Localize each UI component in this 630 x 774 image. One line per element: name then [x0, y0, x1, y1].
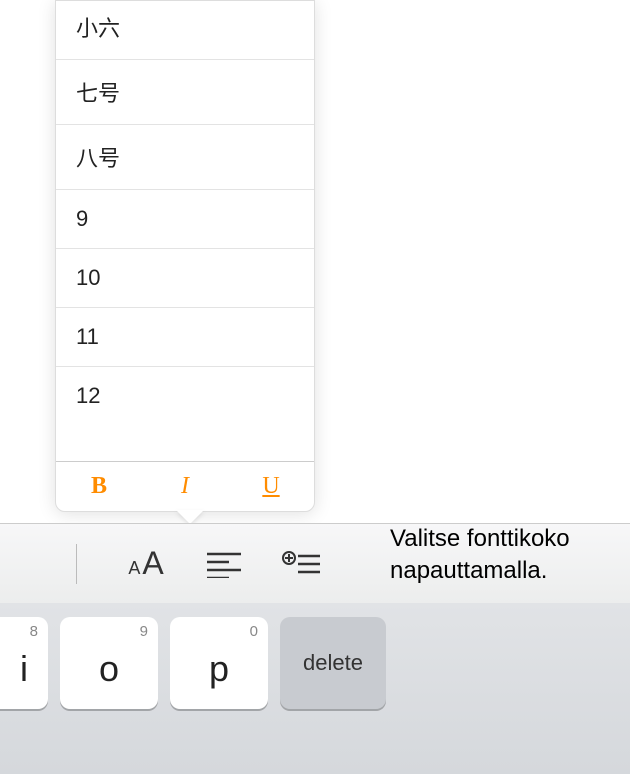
align-button[interactable] — [197, 539, 251, 589]
key-hint: 0 — [250, 623, 258, 640]
size-label: 八号 — [76, 146, 120, 171]
key-hint: 9 — [140, 623, 148, 640]
list-item[interactable]: 10 — [56, 249, 314, 308]
list-insert-icon — [282, 550, 322, 578]
list-item[interactable]: 小六 — [56, 1, 314, 60]
keyboard: 8 i 9 o 0 p delete — [0, 603, 630, 774]
key-main: i — [20, 648, 28, 690]
list-item[interactable]: 9 — [56, 190, 314, 249]
key-main: o — [99, 648, 119, 690]
font-size-button[interactable]: A A — [119, 539, 173, 589]
key-o[interactable]: 9 o — [60, 617, 158, 709]
size-label: 9 — [76, 206, 88, 231]
size-label: 12 — [76, 383, 100, 408]
font-size-list[interactable]: 小六 七号 八号 9 10 11 12 — [56, 1, 314, 461]
underline-button[interactable]: U — [228, 462, 314, 511]
delete-label: delete — [303, 650, 363, 676]
bold-button[interactable]: B — [56, 462, 142, 511]
align-icon — [205, 550, 243, 578]
size-label: 11 — [76, 324, 99, 349]
key-main: p — [209, 648, 229, 690]
size-label: 小六 — [76, 16, 120, 41]
italic-button[interactable]: I — [142, 462, 228, 511]
style-row: B I U — [56, 461, 314, 511]
key-p[interactable]: 0 p — [170, 617, 268, 709]
key-i[interactable]: 8 i — [0, 617, 48, 709]
popover-tail — [176, 510, 204, 524]
font-size-popover: 小六 七号 八号 9 10 11 12 B I U — [55, 0, 315, 512]
font-size-icon: A A — [128, 545, 163, 582]
size-label: 10 — [76, 265, 100, 290]
size-label: 七号 — [76, 81, 120, 106]
divider — [76, 544, 77, 584]
list-item[interactable]: 八号 — [56, 125, 314, 190]
list-item[interactable]: 11 — [56, 308, 314, 367]
key-hint: 8 — [30, 623, 38, 640]
key-delete[interactable]: delete — [280, 617, 386, 709]
list-item[interactable]: 七号 — [56, 60, 314, 125]
callout-text: Valitse fonttikoko napauttamalla. — [390, 523, 618, 588]
list-item[interactable]: 12 — [56, 367, 314, 425]
list-insert-button[interactable] — [275, 539, 329, 589]
